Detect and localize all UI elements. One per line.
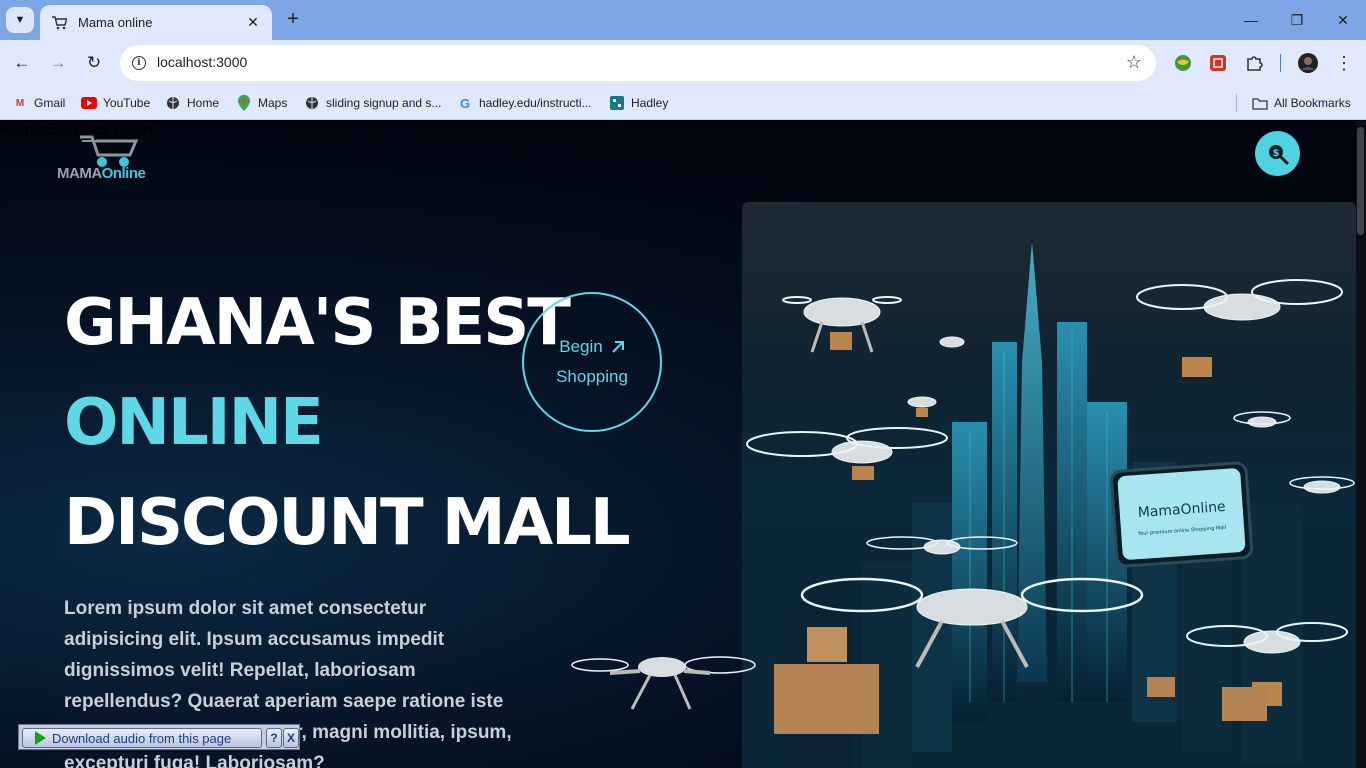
folder-icon bbox=[1252, 95, 1268, 111]
profile-avatar[interactable] bbox=[1297, 52, 1319, 74]
gmail-icon: M bbox=[15, 97, 25, 109]
all-bookmarks-button[interactable]: All Bookmarks bbox=[1252, 93, 1351, 113]
bookmark-label: Home bbox=[187, 96, 220, 110]
download-audio-toolbar: Download audio from this page ? X bbox=[18, 724, 300, 750]
bookmark-sliding-signup[interactable]: sliding signup and s... bbox=[304, 93, 441, 113]
close-tab-icon[interactable]: ✕ bbox=[244, 14, 262, 31]
bookmark-label: Hadley bbox=[631, 96, 669, 110]
search-button[interactable]: $ bbox=[1255, 131, 1300, 176]
extension-red-icon[interactable] bbox=[1207, 52, 1229, 74]
forward-button[interactable]: → bbox=[46, 51, 70, 75]
extensions-puzzle-icon[interactable] bbox=[1243, 52, 1265, 74]
globe-icon bbox=[304, 95, 320, 111]
hadley-icon bbox=[609, 95, 625, 111]
bookmark-label: sliding signup and s... bbox=[326, 96, 442, 110]
cart-logo-icon bbox=[80, 135, 139, 167]
bookmark-hadley-edu[interactable]: G hadley.edu/instructi... bbox=[457, 93, 592, 113]
bookmark-star-icon[interactable]: ☆ bbox=[1126, 52, 1142, 73]
cta-label-line1: Begin bbox=[559, 337, 603, 356]
browser-menu-icon[interactable]: ⋮ bbox=[1333, 52, 1355, 74]
chevron-down-icon: ▼ bbox=[14, 14, 26, 26]
url-text: localhost:3000 bbox=[157, 54, 248, 70]
nav-home[interactable]: Home bbox=[0, 121, 43, 138]
back-button[interactable]: ← bbox=[10, 51, 34, 75]
page-content: MAMAOnline Home Services Login $ GHANA'S… bbox=[0, 121, 1366, 768]
browser-tabbar: ▼ Mama online ✕ + — ❐ ✕ bbox=[0, 0, 1366, 40]
site-logo[interactable]: MAMAOnline bbox=[52, 129, 162, 189]
bookmark-maps[interactable]: Maps bbox=[236, 93, 287, 113]
hero-image-drone-city: MamaOnline Your premium online Shopping … bbox=[742, 202, 1356, 768]
logo-text: MAMAOnline bbox=[57, 165, 146, 182]
arrow-up-right-icon bbox=[612, 341, 624, 353]
scrollbar-thumb[interactable] bbox=[1357, 127, 1364, 235]
new-tab-button[interactable]: + bbox=[282, 9, 304, 31]
restore-button[interactable]: ❐ bbox=[1274, 0, 1320, 40]
begin-shopping-button[interactable]: Begin Shopping bbox=[522, 292, 662, 432]
active-tab[interactable]: Mama online ✕ bbox=[40, 5, 272, 40]
tab-title: Mama online bbox=[78, 15, 153, 30]
youtube-icon bbox=[81, 95, 97, 111]
address-bar[interactable]: i localhost:3000 ☆ bbox=[120, 45, 1156, 81]
bookmark-label: Gmail bbox=[34, 96, 66, 110]
hero-title-line3: DISCOUNT MALL bbox=[64, 486, 631, 560]
download-audio-button[interactable]: Download audio from this page bbox=[22, 728, 262, 748]
minimize-button[interactable]: — bbox=[1228, 0, 1274, 40]
cta-label-line2: Shopping bbox=[556, 367, 628, 386]
main-nav: Home Services Login bbox=[0, 121, 1366, 139]
hero-title-line2: ONLINE bbox=[64, 386, 324, 460]
bookmark-label: Maps bbox=[258, 96, 288, 110]
globe-icon bbox=[165, 95, 181, 111]
cart-icon bbox=[50, 14, 68, 32]
all-bookmarks-label: All Bookmarks bbox=[1274, 96, 1351, 110]
bookmark-youtube[interactable]: YouTube bbox=[81, 93, 150, 113]
download-audio-label: Download audio from this page bbox=[52, 730, 232, 746]
google-icon: G bbox=[459, 95, 471, 111]
bookmark-hadley[interactable]: Hadley bbox=[609, 93, 668, 113]
floating-drone-image bbox=[570, 643, 760, 718]
help-button[interactable]: ? bbox=[266, 728, 282, 748]
svg-text:$: $ bbox=[1272, 148, 1279, 159]
close-window-button[interactable]: ✕ bbox=[1320, 0, 1366, 40]
page-scrollbar[interactable] bbox=[1356, 121, 1366, 768]
close-overlay-button[interactable]: X bbox=[283, 728, 299, 748]
search-icon: $ bbox=[1268, 144, 1288, 164]
bookmarks-divider bbox=[1236, 94, 1237, 112]
maps-icon bbox=[236, 95, 252, 111]
bookmark-label: hadley.edu/instructi... bbox=[479, 96, 592, 110]
tab-search-button[interactable]: ▼ bbox=[6, 7, 34, 33]
bookmark-label: YouTube bbox=[103, 96, 151, 110]
reload-button[interactable]: ↻ bbox=[82, 51, 106, 75]
bookmarks-bar: M Gmail YouTube Home Maps sliding signup… bbox=[0, 86, 1366, 120]
bookmark-gmail[interactable]: M Gmail bbox=[12, 93, 66, 113]
play-icon bbox=[35, 731, 46, 745]
site-info-icon[interactable]: i bbox=[128, 52, 150, 74]
toolbar-divider bbox=[1280, 54, 1281, 72]
hero-title-line1: GHANA'S BEST bbox=[64, 286, 571, 360]
bookmark-home[interactable]: Home bbox=[165, 93, 219, 113]
browser-toolbar: ← → ↻ i localhost:3000 ☆ ⋮ bbox=[0, 40, 1366, 86]
extension-globe-icon[interactable] bbox=[1172, 52, 1194, 74]
